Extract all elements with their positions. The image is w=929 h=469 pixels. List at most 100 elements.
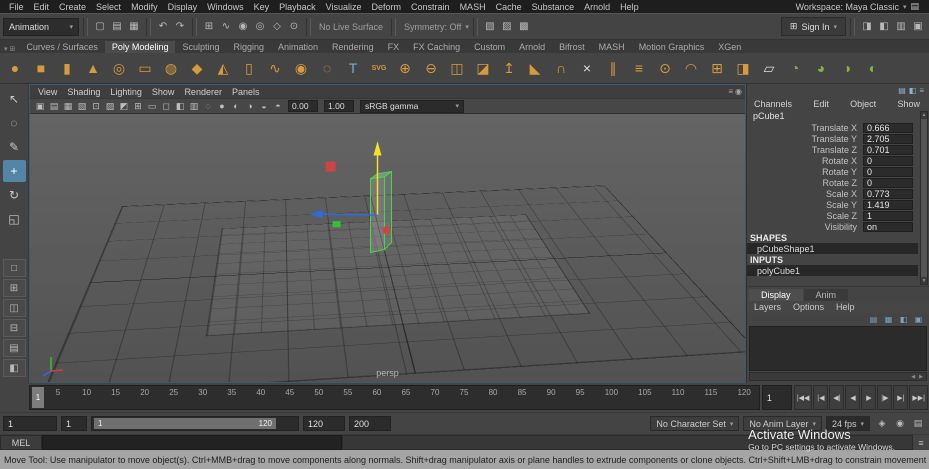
- isolate-select-icon[interactable]: ◩: [117, 99, 131, 113]
- shelf-icon-boolean-union[interactable]: ⊕: [392, 55, 418, 81]
- shadows-icon[interactable]: ◒: [257, 99, 271, 113]
- play-backwards-button[interactable]: ◀: [845, 385, 861, 410]
- selection-handle[interactable]: [325, 161, 336, 172]
- gate-mask-icon[interactable]: ◧: [173, 99, 187, 113]
- shelf-tab[interactable]: MASH: [592, 41, 632, 53]
- pcube1-object[interactable]: [370, 170, 392, 254]
- channel-box-menu-item[interactable]: Channels: [754, 99, 792, 109]
- snap-to-projected-center-icon[interactable]: ◎: [252, 19, 268, 35]
- wireframe-icon[interactable]: ◌: [201, 99, 215, 113]
- layer-options-icon[interactable]: ▣: [912, 314, 925, 325]
- scale-tool[interactable]: ◱: [3, 208, 26, 230]
- attribute-label[interactable]: Translate Z: [747, 145, 863, 155]
- attribute-value-field[interactable]: 0.666: [863, 122, 913, 133]
- shelf-icon-offset-edge-loop[interactable]: ≡: [626, 55, 652, 81]
- gamma-field[interactable]: 1.00: [324, 100, 354, 112]
- shaded-icon[interactable]: ●: [215, 99, 229, 113]
- shelf-icon-svg-tool[interactable]: SVG: [366, 55, 392, 81]
- shape-node-item[interactable]: pCubeShape1: [747, 243, 918, 254]
- go-to-start-button[interactable]: |◀◀: [793, 385, 813, 410]
- step-back-frame-button[interactable]: ◀|: [829, 385, 845, 410]
- textured-icon[interactable]: ◐: [229, 99, 243, 113]
- attribute-value-field[interactable]: 1: [863, 210, 913, 221]
- shelf-tab[interactable]: Poly Modeling: [104, 41, 176, 53]
- character-set-dropdown[interactable]: No Character Set ▾: [650, 416, 740, 431]
- shelf-tab[interactable]: Animation: [271, 41, 325, 53]
- no-live-surface-label[interactable]: No Live Surface: [315, 22, 387, 32]
- shelf-icon-sculpt-brush[interactable]: ◔: [782, 55, 808, 81]
- menu-item[interactable]: Visualize: [321, 2, 367, 12]
- image-plane-icon[interactable]: ▧: [75, 99, 89, 113]
- group-separator[interactable]: [192, 17, 197, 36]
- shelf-icon-poly-soccer-ball[interactable]: ◌: [314, 55, 340, 81]
- snap-to-curve-icon[interactable]: ∿: [218, 19, 234, 35]
- group-separator[interactable]: [391, 17, 397, 36]
- layout-outliner-persp[interactable]: ◧: [2, 359, 26, 377]
- shelf-icon-poly-pipe[interactable]: ▯: [236, 55, 262, 81]
- scroll-down-icon[interactable]: ▼: [922, 278, 927, 284]
- shelf-tab[interactable]: Motion Graphics: [632, 41, 712, 53]
- current-frame-field[interactable]: 1: [761, 385, 792, 410]
- attribute-label[interactable]: Scale Z: [747, 211, 863, 221]
- scrollbar-thumb[interactable]: [921, 119, 927, 277]
- undo-icon[interactable]: ↶: [155, 19, 171, 35]
- viewport-menu-item[interactable]: Renderer: [179, 87, 227, 97]
- manipulator-plane-handle[interactable]: [332, 221, 341, 228]
- lock-camera-icon[interactable]: ▣: [33, 99, 47, 113]
- menu-item[interactable]: Cache: [491, 2, 527, 12]
- playback-end-field[interactable]: 120: [303, 416, 345, 431]
- shelf-icon-combine[interactable]: ◫: [444, 55, 470, 81]
- scroll-left-icon[interactable]: ◀: [911, 374, 915, 380]
- bookmarks-icon[interactable]: ▦: [61, 99, 75, 113]
- shelf-tab[interactable]: Sculpting: [175, 41, 226, 53]
- manipulator-z-arrowhead[interactable]: [309, 210, 323, 219]
- shelf-icon-subdivide[interactable]: ⊞: [704, 55, 730, 81]
- menu-item[interactable]: Select: [91, 2, 126, 12]
- shelf-icon-sculpt-grab[interactable]: ◑: [834, 55, 860, 81]
- manipulator-z-axis[interactable]: [321, 213, 378, 216]
- layer-editor-menu-item[interactable]: Layers: [754, 302, 781, 312]
- shelf-icon-poly-gear[interactable]: ◉: [288, 55, 314, 81]
- menu-item[interactable]: Modify: [126, 2, 163, 12]
- group-separator[interactable]: [306, 17, 311, 36]
- animation-preferences-icon[interactable]: ▤: [910, 416, 926, 431]
- shelf-icon-boolean-difference[interactable]: ⊖: [418, 55, 444, 81]
- shelf-tab[interactable]: FX: [381, 41, 407, 53]
- shelf-options-icon[interactable]: ⊞: [10, 45, 16, 53]
- field-chart-icon[interactable]: ▥: [187, 99, 201, 113]
- layout-four-pane[interactable]: ⊞: [2, 279, 26, 297]
- menu-item[interactable]: Help: [615, 2, 644, 12]
- viewport-menu-item[interactable]: Panels: [227, 87, 265, 97]
- attribute-label[interactable]: Visibility: [747, 222, 863, 232]
- anim-snap-icon[interactable]: ◈: [874, 416, 890, 431]
- viewport-menu-item[interactable]: Show: [147, 87, 180, 97]
- workspace-selector[interactable]: Workspace: Maya Classic ▾ ▤: [796, 1, 925, 12]
- shelf-icon-quad-draw[interactable]: ▱: [756, 55, 782, 81]
- layer-editor-tab[interactable]: Anim: [803, 289, 849, 301]
- shelf-icon-poly-cylinder[interactable]: ▮: [54, 55, 80, 81]
- shelf-tab[interactable]: FX Caching: [406, 41, 467, 53]
- shelf-icon-bridge[interactable]: ∩: [548, 55, 574, 81]
- workspace-options-icon[interactable]: ▤: [910, 1, 919, 12]
- snap-to-grid-icon[interactable]: ⊞: [201, 19, 217, 35]
- shelf-icon-type-tool[interactable]: T: [340, 55, 366, 81]
- exposure-field[interactable]: 0.00: [288, 100, 318, 112]
- layer-editor-hscrollbar[interactable]: ◀ ▶: [749, 372, 927, 381]
- menu-item[interactable]: Substance: [527, 2, 580, 12]
- shelf-icon-merge-vertices[interactable]: ⊙: [652, 55, 678, 81]
- shelf-icon-poly-plane[interactable]: ▭: [132, 55, 158, 81]
- time-slider-track[interactable]: 1 5 10 15 20 25 30 35 40 45 50 55 60 65 70 75 80 85 90 95 1…: [29, 385, 760, 410]
- animation-end-field[interactable]: 200: [349, 416, 391, 431]
- shelf-icon-extrude[interactable]: ↥: [496, 55, 522, 81]
- object-name-label[interactable]: pCube1: [747, 110, 929, 122]
- save-scene-icon[interactable]: ▦: [126, 19, 142, 35]
- viewport-menu-item[interactable]: Shading: [62, 87, 105, 97]
- shelf-icon-poly-sphere[interactable]: ●: [2, 55, 28, 81]
- shelf-tab[interactable]: Curves / Surfaces: [19, 41, 105, 53]
- group-separator[interactable]: [83, 17, 88, 36]
- shelf-icon-poly-cone[interactable]: ▲: [80, 55, 106, 81]
- animation-start-field[interactable]: 1: [3, 416, 57, 431]
- film-gate-icon[interactable]: ▭: [145, 99, 159, 113]
- two-d-pan-zoom-icon[interactable]: ⊡: [89, 99, 103, 113]
- move-tool[interactable]: +: [2, 160, 26, 182]
